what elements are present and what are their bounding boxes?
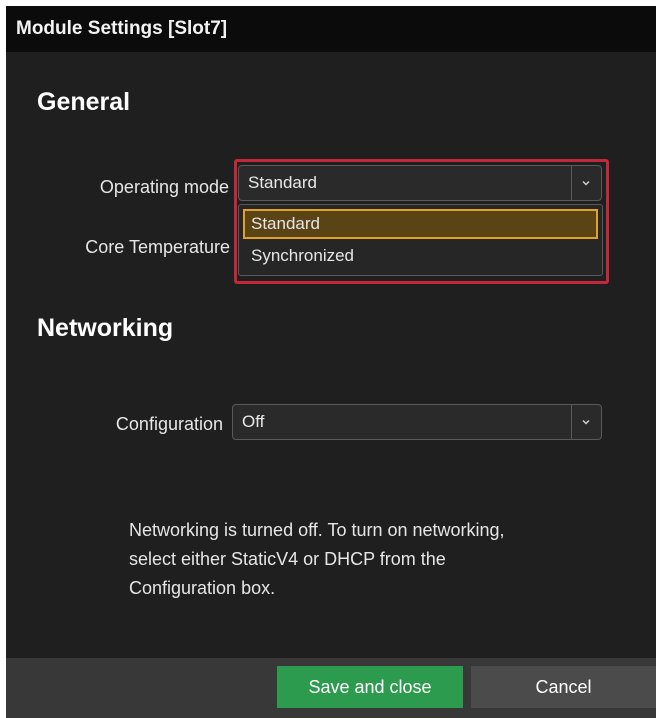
info-line: select either StaticV4 or DHCP from the — [129, 549, 446, 569]
configuration-select[interactable]: Off — [232, 404, 602, 440]
info-line: Configuration box. — [129, 578, 276, 598]
configuration-dropdown-button[interactable] — [571, 405, 601, 439]
module-settings-dialog: Module Settings [Slot7] General Operatin… — [6, 6, 656, 718]
chevron-down-icon — [582, 419, 590, 425]
save-and-close-button[interactable]: Save and close — [277, 666, 463, 708]
core-temperature-label: Core Temperature — [85, 237, 230, 257]
networking-info-text: Networking is turned off. To turn on net… — [129, 516, 599, 603]
dialog-footer: Save and close Cancel — [6, 658, 656, 718]
cancel-button[interactable]: Cancel — [471, 666, 656, 708]
dialog-title: Module Settings [Slot7] — [6, 6, 656, 52]
general-heading: General — [37, 88, 131, 116]
configuration-value: Off — [242, 412, 265, 431]
focus-highlight-box — [234, 159, 609, 284]
info-line: Networking is turned off. To turn on net… — [129, 520, 505, 540]
configuration-label: Configuration — [115, 414, 223, 434]
operating-mode-label: Operating mode — [99, 177, 229, 197]
networking-heading: Networking — [37, 314, 174, 342]
